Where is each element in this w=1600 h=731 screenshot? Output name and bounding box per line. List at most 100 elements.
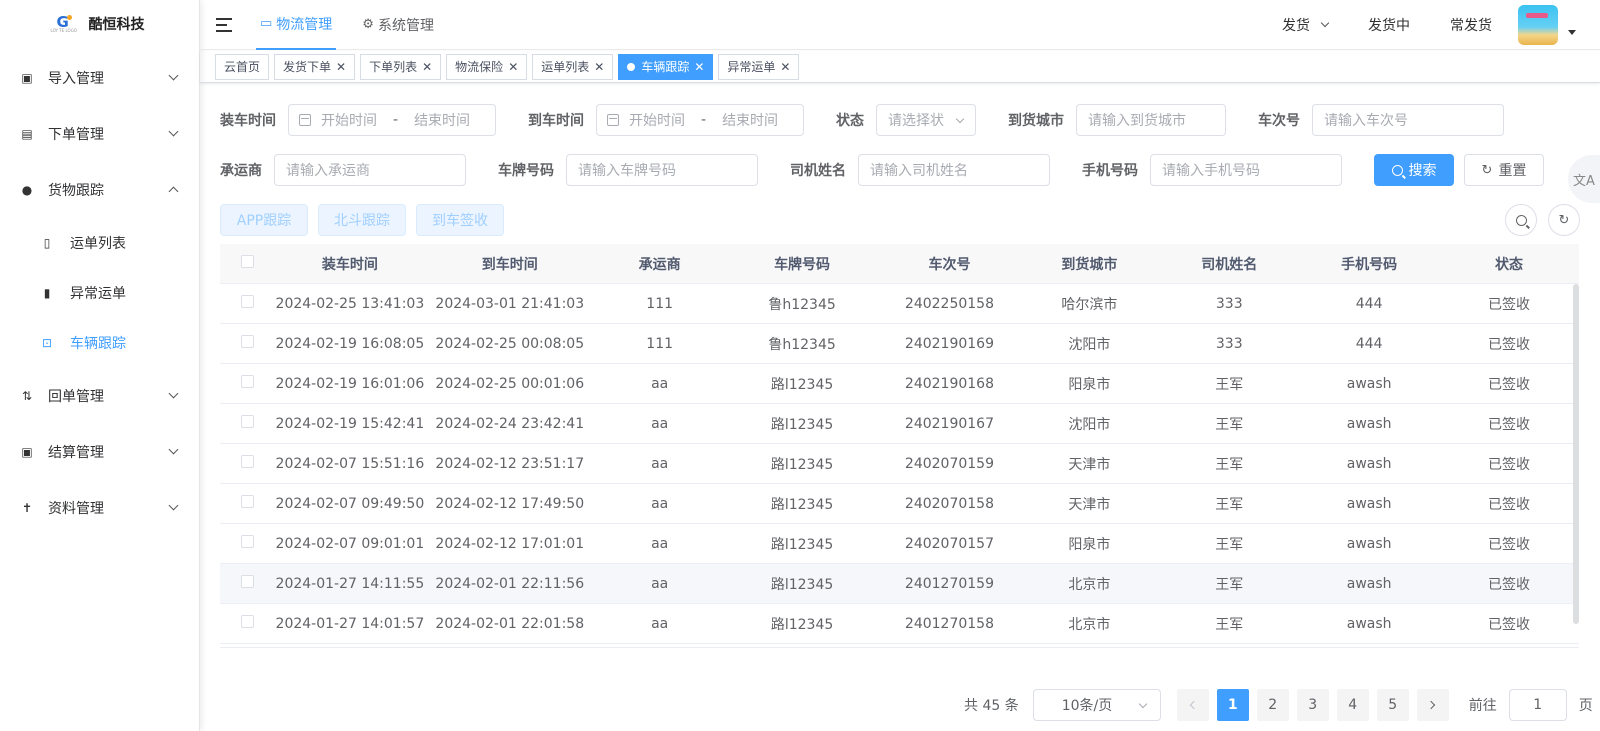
row-checkbox[interactable] xyxy=(240,455,254,468)
close-icon[interactable]: ✕ xyxy=(508,60,518,74)
app-track-button[interactable]: APP跟踪 xyxy=(220,204,308,236)
chevron-down-icon xyxy=(168,444,179,455)
table-cell: 哈尔滨市 xyxy=(1061,296,1118,313)
close-icon[interactable]: ✕ xyxy=(594,60,604,74)
brand-name: 酷恒科技 xyxy=(88,17,145,33)
column-header[interactable]: 状态 xyxy=(1439,254,1579,274)
tab-logistics[interactable]: ▭ 物流管理 xyxy=(256,0,337,50)
goto-page-input[interactable]: 1 xyxy=(1508,689,1567,721)
column-header[interactable]: 手机号码 xyxy=(1299,254,1439,274)
row-checkbox[interactable] xyxy=(240,575,254,588)
table-row[interactable]: 2024-02-07 15:51:16 2024-02-12 23:51:17 aa… xyxy=(220,444,1579,484)
table-cell: awash xyxy=(1346,615,1392,632)
close-icon[interactable]: ✕ xyxy=(336,60,346,74)
translate-icon[interactable]: 文A xyxy=(1568,155,1600,203)
shipping-link[interactable]: 发货中 xyxy=(1368,15,1410,35)
sidebar-subitem-vehicle-track[interactable]: ⊡ 车辆跟踪 xyxy=(0,318,199,368)
row-checkbox[interactable] xyxy=(240,495,254,508)
brand-logo[interactable]: G LOY TE LOGO 酷恒科技 xyxy=(0,0,199,48)
tag-order-list[interactable]: 下单列表 ✕ xyxy=(360,53,442,80)
trip-input[interactable]: 请输入车次号 xyxy=(1312,104,1504,136)
search-button[interactable]: 搜索 xyxy=(1374,154,1454,186)
search-toggle-button[interactable] xyxy=(1505,204,1537,236)
row-checkbox[interactable] xyxy=(240,415,254,428)
load-time-range[interactable]: 开始时间 - 结束时间 xyxy=(288,104,496,136)
page-size-select[interactable]: 10条/页 xyxy=(1032,689,1161,721)
sidebar-item-label: 结算管理 xyxy=(48,445,104,461)
frequent-ship-link[interactable]: 常发货 xyxy=(1450,15,1492,35)
tag-vehicle-track[interactable]: 车辆跟踪 ✕ xyxy=(618,53,714,80)
table-row[interactable]: 2024-01-27 14:01:57 2024-02-01 22:01:58 aa… xyxy=(220,604,1579,644)
caret-down-icon[interactable] xyxy=(1568,29,1576,35)
row-checkbox[interactable] xyxy=(240,295,254,308)
column-header[interactable]: 到车时间 xyxy=(425,254,595,274)
tag-exception[interactable]: 异常运单 ✕ xyxy=(718,53,800,80)
tag-insurance[interactable]: 物流保险 ✕ xyxy=(446,53,528,80)
close-icon[interactable]: ✕ xyxy=(694,60,704,74)
plate-input[interactable]: 请输入车牌号码 xyxy=(566,154,758,186)
table-row[interactable]: 2024-02-19 15:42:41 2024-02-24 23:42:41 aa… xyxy=(220,404,1579,444)
chevron-right-icon xyxy=(1426,700,1436,710)
sidebar-subitem-waybill-list[interactable]: ▯ 运单列表 xyxy=(0,218,199,268)
column-header[interactable]: 司机姓名 xyxy=(1159,254,1299,274)
sidebar-item-profile[interactable]: ✝ 资料管理 xyxy=(0,480,199,536)
table-row[interactable]: 2024-02-19 16:08:05 2024-02-25 00:08:05 11… xyxy=(220,324,1579,364)
sidebar-item-receipt[interactable]: ⇅ 回单管理 xyxy=(0,368,199,424)
load-time-label: 装车时间 xyxy=(220,113,276,129)
row-checkbox[interactable] xyxy=(240,375,254,388)
row-checkbox[interactable] xyxy=(240,535,254,548)
sidebar-item-label: 资料管理 xyxy=(48,501,104,517)
page-button[interactable]: 4 xyxy=(1336,689,1369,721)
next-page-button[interactable] xyxy=(1416,689,1449,721)
page-button[interactable]: 3 xyxy=(1296,689,1329,721)
table-row[interactable]: 2024-02-07 09:49:50 2024-02-12 17:49:50 aa… xyxy=(220,484,1579,524)
beidou-track-button[interactable]: 北斗跟踪 xyxy=(318,204,406,236)
arrive-time-range[interactable]: 开始时间 - 结束时间 xyxy=(596,104,804,136)
city-input[interactable]: 请输入到货城市 xyxy=(1076,104,1226,136)
close-icon[interactable]: ✕ xyxy=(780,60,790,74)
page-button[interactable]: 5 xyxy=(1376,689,1409,721)
column-header[interactable]: 到货城市 xyxy=(1019,254,1159,274)
page-button[interactable]: 1 xyxy=(1216,689,1249,721)
table-row[interactable]: 2024-02-25 13:41:03 2024-03-01 21:41:03 11… xyxy=(220,284,1579,324)
table-row[interactable]: 2024-01-27 14:11:55 2024-02-01 22:11:56 aa… xyxy=(220,564,1579,604)
table-cell: 2402070159 xyxy=(904,455,994,472)
table-scrollbar[interactable] xyxy=(1573,284,1579,624)
table-cell: 路l12345 xyxy=(770,456,834,473)
sidebar-subitem-exception[interactable]: ▮ 异常运单 xyxy=(0,268,199,318)
sidebar-item-tracking[interactable]: ● 货物跟踪 xyxy=(0,162,199,218)
driver-input[interactable]: 请输入司机姓名 xyxy=(858,154,1050,186)
column-header[interactable]: 承运商 xyxy=(595,254,725,274)
sidebar-item-import[interactable]: ▣ 导入管理 xyxy=(0,50,199,106)
column-header[interactable]: 装车时间 xyxy=(275,254,425,274)
sidebar-item-label: 车辆跟踪 xyxy=(70,336,126,352)
refresh-button[interactable]: ↻ xyxy=(1548,204,1580,236)
column-header[interactable]: 车牌号码 xyxy=(725,254,880,274)
row-checkbox[interactable] xyxy=(240,335,254,348)
reset-button[interactable]: ↻ 重置 xyxy=(1464,154,1544,186)
close-icon[interactable]: ✕ xyxy=(422,60,432,74)
hamburger-icon[interactable] xyxy=(216,17,234,32)
select-all-checkbox[interactable] xyxy=(240,255,254,268)
tag-waybill-list[interactable]: 运单列表 ✕ xyxy=(532,53,614,80)
arrive-sign-button[interactable]: 到车签收 xyxy=(416,204,504,236)
sidebar-item-settlement[interactable]: ▣ 结算管理 xyxy=(0,424,199,480)
row-checkbox[interactable] xyxy=(240,615,254,628)
tag-cloud-home[interactable]: 云首页 xyxy=(215,53,270,80)
table-row[interactable]: 2024-02-19 16:01:06 2024-02-25 00:01:06 aa… xyxy=(220,364,1579,404)
column-header[interactable]: 车次号 xyxy=(880,254,1020,274)
tab-system[interactable]: ⚙ 系统管理 xyxy=(358,0,438,50)
prev-page-button[interactable] xyxy=(1176,689,1209,721)
tag-ship-order[interactable]: 发货下单 ✕ xyxy=(274,53,356,80)
carrier-input[interactable]: 请输入承运商 xyxy=(274,154,466,186)
table-row[interactable]: 2024-02-07 09:01:01 2024-02-12 17:01:01 aa… xyxy=(220,524,1579,564)
sidebar-item-label: 回单管理 xyxy=(48,389,104,405)
ship-dropdown[interactable]: 发货 xyxy=(1282,15,1330,35)
status-select[interactable]: 请选择状 xyxy=(876,104,976,136)
table-cell: 2402250158 xyxy=(904,295,994,312)
sidebar-item-label: 导入管理 xyxy=(48,71,104,87)
page-button[interactable]: 2 xyxy=(1256,689,1289,721)
sidebar-item-order[interactable]: ▤ 下单管理 xyxy=(0,106,199,162)
avatar[interactable] xyxy=(1518,5,1558,45)
phone-input[interactable]: 请输入手机号码 xyxy=(1150,154,1342,186)
